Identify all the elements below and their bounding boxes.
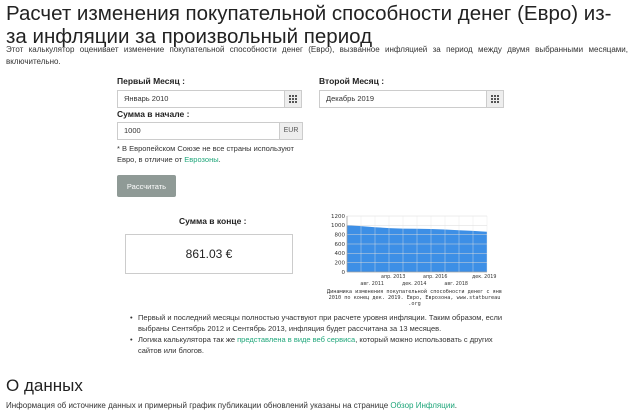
- second-month-label: Второй Месяц :: [319, 76, 385, 86]
- start-amount-label: Сумма в начале :: [117, 109, 190, 119]
- y-tick-label: 600: [335, 242, 346, 248]
- y-tick-label: 1000: [331, 223, 345, 229]
- list-item: Логика калькулятора так же представлена …: [130, 334, 515, 356]
- result-box: 861.03 €: [125, 234, 293, 274]
- second-month-value: Декабрь 2019: [326, 94, 375, 103]
- x-tick-label: апр. 2016: [423, 274, 447, 280]
- currency-addon: EUR: [279, 122, 303, 140]
- bullet-pre: Логика калькулятора так же: [138, 335, 238, 344]
- eurozone-link[interactable]: Еврозоны: [184, 155, 218, 164]
- x-tick-label: апр. 2013: [381, 274, 405, 280]
- about-heading: О данных: [6, 376, 83, 395]
- x-tick-label: авг. 2018: [444, 281, 468, 287]
- web-service-link[interactable]: представлена в виде веб сервиса: [237, 335, 355, 344]
- result-label: Сумма в конце :: [179, 216, 247, 226]
- y-tick-label: 1200: [331, 214, 345, 220]
- start-amount-input[interactable]: 1000: [117, 122, 280, 140]
- about-text: Информация об источнике данных и примерн…: [6, 401, 457, 410]
- bullet-text-1: Первый и последний месяцы полностью учас…: [138, 313, 503, 333]
- first-month-label: Первый Месяц :: [117, 76, 185, 86]
- list-item: Первый и последний месяцы полностью учас…: [130, 312, 515, 334]
- intro-text: Этот калькулятор оценивает изменение пок…: [6, 45, 628, 66]
- result-value: 861.03 €: [185, 247, 233, 261]
- about-end: .: [454, 401, 458, 410]
- about-text-body: Информация об источнике данных и примерн…: [6, 401, 391, 410]
- notes-list: Первый и последний месяцы полностью учас…: [130, 312, 515, 356]
- x-tick-label: дек. 2014: [402, 281, 426, 287]
- calendar-icon[interactable]: [486, 90, 504, 108]
- eurozone-note: * В Европейском Союзе не все страны испо…: [117, 143, 307, 165]
- calculate-button[interactable]: Рассчитать: [117, 175, 176, 197]
- first-month-field[interactable]: Январь 2010: [117, 90, 302, 108]
- inflation-chart: 120010008006004002000апр. 2013 апр. 2016 д…: [331, 214, 496, 287]
- y-tick-label: 400: [335, 251, 346, 257]
- note-end: .: [218, 155, 221, 164]
- chart-caption: Динамика изменения покупательной способн…: [327, 289, 502, 307]
- x-tick-label: авг. 2011: [360, 281, 384, 287]
- page-title: Расчет изменения покупательной способнос…: [6, 2, 612, 48]
- calendar-icon[interactable]: [284, 90, 302, 108]
- y-tick-label: 800: [335, 232, 346, 238]
- inflation-overview-link[interactable]: Обзор Инфляции: [390, 401, 454, 410]
- y-tick-label: 0: [342, 270, 346, 276]
- y-tick-label: 200: [335, 260, 346, 266]
- x-tick-label: дек. 2019: [472, 274, 496, 280]
- first-month-value: Январь 2010: [124, 94, 169, 103]
- second-month-field[interactable]: Декабрь 2019: [319, 90, 504, 108]
